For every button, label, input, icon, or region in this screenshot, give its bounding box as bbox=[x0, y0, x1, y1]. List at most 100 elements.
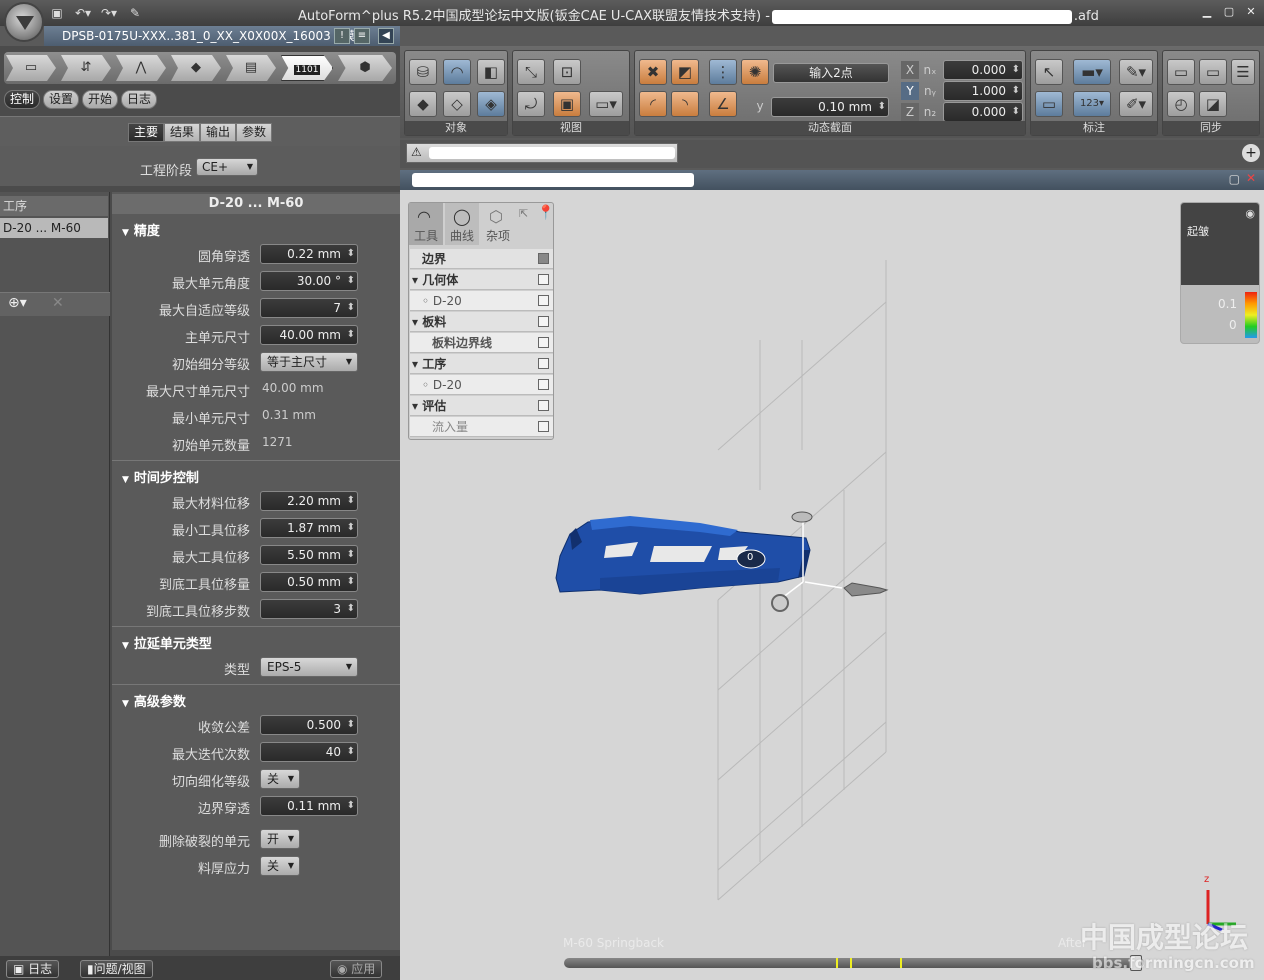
param-spinner[interactable]: 0.11 mm bbox=[260, 796, 358, 816]
section-advanced[interactable]: 高级参数 bbox=[122, 691, 186, 710]
sync-list-icon[interactable]: ☰ bbox=[1231, 59, 1255, 85]
pen-icon[interactable]: ✎▾ bbox=[1119, 59, 1153, 85]
param-spinner[interactable]: 30.00 ° bbox=[260, 271, 358, 291]
workflow-step-simulation[interactable]: ⬢ bbox=[338, 55, 392, 81]
magic-pen-icon[interactable]: ✐▾ bbox=[1119, 91, 1153, 117]
subtab-main[interactable]: 主要 bbox=[128, 123, 165, 142]
settings-icon[interactable]: ✎ bbox=[126, 5, 144, 21]
workflow-step-part[interactable]: ▭ bbox=[6, 55, 56, 81]
vp-checkbox[interactable] bbox=[538, 253, 549, 264]
section-angle-icon[interactable]: ∠ bbox=[709, 91, 737, 117]
vp-row[interactable]: 板料边界线 bbox=[410, 333, 553, 353]
element-type-select[interactable]: EPS-5 bbox=[260, 657, 358, 677]
vp-row[interactable]: 流入量 bbox=[410, 417, 553, 437]
vp-checkbox[interactable] bbox=[538, 358, 549, 369]
die-icon[interactable]: ◠ bbox=[443, 59, 471, 85]
ruler-icon[interactable]: ▬▾ bbox=[1073, 59, 1111, 85]
apply-button[interactable]: ◉ 应用 bbox=[330, 960, 383, 978]
undo-icon[interactable]: ↶▾ bbox=[74, 5, 92, 21]
vp-row[interactable]: ▾ 工序 bbox=[410, 354, 553, 374]
add-operation-icon[interactable]: ⊕▾ bbox=[8, 295, 27, 311]
sync-label-icon[interactable]: ▭ bbox=[1199, 59, 1227, 85]
section-curve-icon[interactable]: ◜ bbox=[639, 91, 667, 117]
vp-tab-tools[interactable]: ◠ 工具 bbox=[409, 203, 443, 245]
param-spinner[interactable]: 40 bbox=[260, 742, 358, 762]
section-star-icon[interactable]: ✺ bbox=[741, 59, 769, 85]
param-spinner[interactable]: 40.00 mm bbox=[260, 325, 358, 345]
section-time-step[interactable]: 时间步控制 bbox=[122, 467, 199, 486]
tab-start[interactable]: 开始 bbox=[82, 90, 119, 109]
vp-row[interactable]: ▾ 评估 bbox=[410, 396, 553, 416]
normal-x-spinner[interactable]: 0.000 bbox=[943, 60, 1023, 80]
section-precision[interactable]: 精度 bbox=[122, 220, 160, 239]
tab-settings[interactable]: 设置 bbox=[43, 90, 80, 109]
sheet-icon[interactable]: ◈ bbox=[477, 91, 505, 117]
vp-checkbox[interactable] bbox=[538, 274, 549, 285]
input-two-points-button[interactable]: 输入2点 bbox=[773, 63, 889, 83]
formed-part[interactable] bbox=[555, 516, 811, 595]
document-tab[interactable]: ⚠ bbox=[406, 143, 678, 163]
punch-icon[interactable]: ◇ bbox=[443, 91, 471, 117]
vp-checkbox[interactable] bbox=[538, 337, 549, 348]
timeline-scrubber[interactable] bbox=[564, 955, 1144, 971]
label-icon[interactable]: ▭ bbox=[1035, 91, 1063, 117]
camera-icon[interactable]: ▭▾ bbox=[589, 91, 623, 117]
param-spinner[interactable]: 0.500 bbox=[260, 715, 358, 735]
vp-row[interactable]: ▾ 板料 bbox=[410, 312, 553, 332]
delete-cracked-select[interactable]: 开 bbox=[260, 829, 300, 849]
vp-checkbox[interactable] bbox=[538, 421, 549, 432]
y-offset-spinner[interactable]: 0.10 mm bbox=[771, 97, 889, 117]
delete-operation-icon[interactable]: ✕ bbox=[52, 295, 64, 311]
sync-surface-icon[interactable]: ◪ bbox=[1199, 91, 1227, 117]
binder-icon[interactable]: ◧ bbox=[477, 59, 505, 85]
vp-row[interactable]: 边界 bbox=[410, 249, 553, 269]
subtab-output[interactable]: 输出 bbox=[200, 123, 237, 142]
workflow-step-blank[interactable]: ◆ bbox=[171, 55, 221, 81]
workflow-step-addendum[interactable]: ⋀ bbox=[116, 55, 166, 81]
initial-refine-select[interactable]: 等于主尺寸 bbox=[260, 352, 358, 372]
blank-icon[interactable]: ◆ bbox=[409, 91, 437, 117]
section-point-icon[interactable]: ⋮ bbox=[709, 59, 737, 85]
normal-z-spinner[interactable]: 0.000 bbox=[943, 102, 1023, 122]
vp-row[interactable]: ◦ D-20 bbox=[410, 375, 553, 395]
param-spinner[interactable]: 0.50 mm bbox=[260, 572, 358, 592]
subtab-results[interactable]: 结果 bbox=[164, 123, 201, 142]
param-spinner[interactable]: 2.20 mm bbox=[260, 491, 358, 511]
part-icon[interactable]: ⛁ bbox=[409, 59, 437, 85]
section-delete-icon[interactable]: ✖ bbox=[639, 59, 667, 85]
fit-view-icon[interactable]: ⤡ bbox=[517, 59, 545, 85]
save-icon[interactable]: ▣ bbox=[48, 5, 66, 21]
list-icon[interactable]: ≡ bbox=[354, 28, 370, 44]
stage-select[interactable]: CE+ bbox=[196, 158, 258, 176]
thickness-stress-select[interactable]: 关 bbox=[260, 856, 300, 876]
collapse-left-icon[interactable]: ◀ bbox=[378, 28, 394, 44]
vp-row[interactable]: ▾ 几何体 bbox=[410, 270, 553, 290]
maximize-icon[interactable]: ▢ bbox=[1220, 4, 1238, 20]
param-spinner[interactable]: 7 bbox=[260, 298, 358, 318]
number-label-icon[interactable]: 123▾ bbox=[1073, 91, 1111, 117]
section-element-type[interactable]: 拉延单元类型 bbox=[122, 633, 212, 652]
info-icon[interactable]: ! bbox=[334, 28, 350, 44]
minimize-icon[interactable]: ▁ bbox=[1198, 4, 1216, 20]
workflow-step-tools[interactable]: ▤ bbox=[226, 55, 276, 81]
vp-tab-curves[interactable]: ◯ 曲线 bbox=[445, 203, 479, 245]
normal-y-spinner[interactable]: 1.000 bbox=[943, 81, 1023, 101]
close-view-icon[interactable]: ✕ bbox=[1246, 171, 1256, 185]
rotate-view-icon[interactable]: ⤾ bbox=[517, 91, 545, 117]
workflow-step-process[interactable]: 1101 bbox=[281, 55, 333, 81]
vp-checkbox[interactable] bbox=[538, 379, 549, 390]
operation-item[interactable]: D-20 ... M-60 bbox=[0, 218, 108, 238]
vp-tab-misc[interactable]: ⬡ 杂项 bbox=[481, 203, 515, 245]
pick-cursor-icon[interactable]: ↖ bbox=[1035, 59, 1063, 85]
axis-y-button[interactable]: Y bbox=[901, 82, 919, 100]
add-view-icon[interactable]: + bbox=[1242, 144, 1260, 162]
sync-camera-icon[interactable]: ▭ bbox=[1167, 59, 1195, 85]
param-spinner[interactable]: 0.22 mm bbox=[260, 244, 358, 264]
vp-checkbox[interactable] bbox=[538, 400, 549, 411]
subtab-params[interactable]: 参数 bbox=[236, 123, 273, 142]
axis-z-button[interactable]: Z bbox=[901, 103, 919, 121]
pin-icon[interactable]: 📍 bbox=[537, 205, 554, 221]
param-spinner[interactable]: 3 bbox=[260, 599, 358, 619]
app-logo-icon[interactable] bbox=[4, 2, 44, 42]
tab-control[interactable]: 控制 bbox=[4, 90, 41, 109]
